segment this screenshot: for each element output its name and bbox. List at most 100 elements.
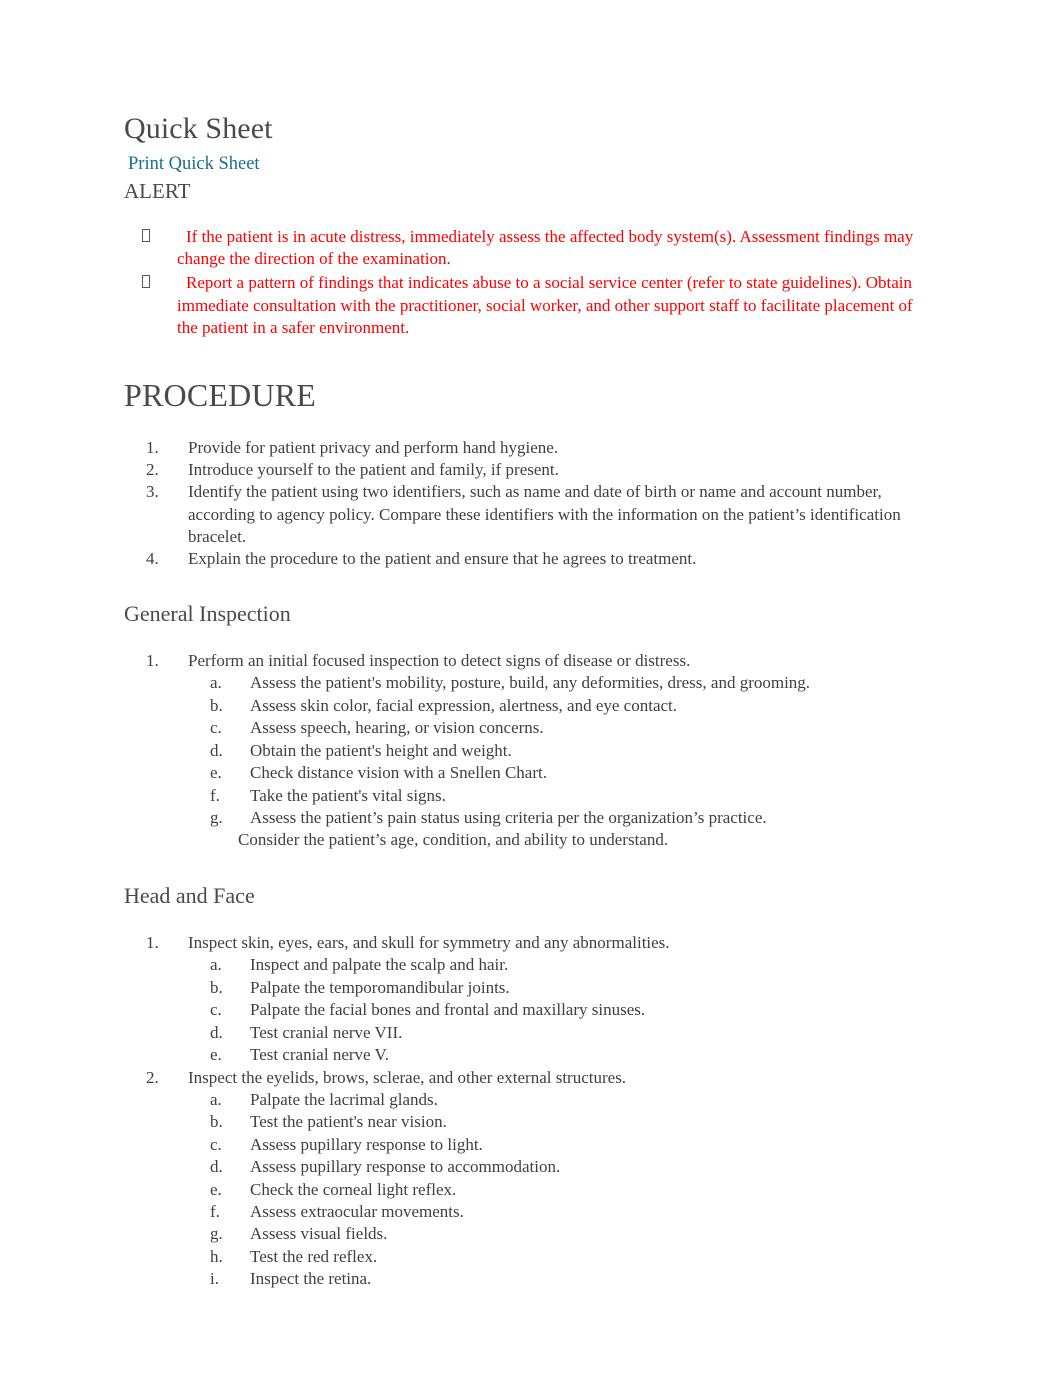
alert-list-item: If the patient is in acute distress, imm… — [124, 226, 914, 271]
substep-text: Assess the patient's mobility, posture, … — [250, 673, 811, 693]
substep-text: Assess extraocular movements. — [250, 1201, 464, 1221]
list-marker: a. — [210, 1089, 222, 1109]
alert-heading: ALERT — [124, 178, 191, 203]
substep-text: Palpate the temporomandibular joints. — [250, 977, 510, 997]
list-marker: e. — [210, 763, 222, 783]
document-page: Quick Sheet Print Quick Sheet ALERT If t… — [0, 0, 1062, 1377]
head-and-face-step-list: 1. Inspect skin, eyes, ears, and skull f… — [124, 932, 914, 1290]
list-marker: b. — [210, 1112, 223, 1132]
list-marker: g. — [210, 808, 223, 828]
print-quick-sheet-link[interactable]: Print Quick Sheet — [128, 152, 914, 176]
substep-text: Assess the patient’s pain status using c… — [250, 808, 767, 828]
substep-text: Inspect and palpate the scalp and hair. — [250, 955, 509, 975]
general-inspection-heading: General Inspection — [124, 600, 291, 626]
substep-text: Assess speech, hearing, or vision concer… — [250, 718, 544, 738]
general-inspection-substep: c. Assess speech, hearing, or vision con… — [188, 717, 914, 739]
alert-list-item: Report a pattern of findings that indica… — [124, 272, 914, 340]
list-marker: 1. — [146, 438, 159, 458]
head-and-face-heading: Head and Face — [124, 882, 255, 908]
step-text: Perform an initial focused inspection to… — [188, 651, 691, 671]
head-and-face-substep-list: a. Palpate the lacrimal glands. b. Test … — [188, 1089, 914, 1291]
list-marker: f. — [210, 1201, 220, 1221]
list-marker: 4. — [146, 548, 159, 568]
substep-text: Check distance vision with a Snellen Cha… — [250, 763, 547, 783]
list-marker: 2. — [146, 1067, 159, 1087]
step-text: Inspect skin, eyes, ears, and skull for … — [188, 933, 670, 953]
list-marker: d. — [210, 740, 223, 760]
head-and-face-substep: e. Test cranial nerve V. — [188, 1044, 914, 1066]
alert-item-text: If the patient is in acute distress, imm… — [177, 226, 914, 269]
list-marker: b. — [210, 977, 223, 997]
list-marker: g. — [210, 1224, 223, 1244]
general-inspection-substep-list: a. Assess the patient's mobility, postur… — [188, 672, 914, 852]
bullet-missing-glyph-icon — [142, 228, 150, 242]
alert-list: If the patient is in acute distress, imm… — [124, 226, 914, 340]
head-and-face-substep: f. Assess extraocular movements. — [188, 1201, 914, 1223]
step-text: Introduce yourself to the patient and fa… — [188, 460, 559, 480]
general-inspection-step: 1. Perform an initial focused inspection… — [124, 650, 914, 852]
head-and-face-substep: h. Test the red reflex. — [188, 1246, 914, 1268]
page-title: Quick Sheet — [124, 112, 273, 145]
bullet-missing-glyph-icon — [142, 275, 150, 289]
head-and-face-substep: i. Inspect the retina. — [188, 1268, 914, 1290]
general-inspection-substep: g. Assess the patient’s pain status usin… — [188, 807, 914, 852]
list-marker: d. — [210, 1022, 223, 1042]
step-text: Identify the patient using two identifie… — [188, 482, 901, 546]
head-and-face-substep: d. Assess pupillary response to accommod… — [188, 1156, 914, 1178]
head-and-face-substep: a. Inspect and palpate the scalp and hai… — [188, 954, 914, 976]
list-marker: b. — [210, 695, 223, 715]
head-and-face-substep: a. Palpate the lacrimal glands. — [188, 1089, 914, 1111]
general-inspection-substep: b. Assess skin color, facial expression,… — [188, 695, 914, 717]
head-and-face-substep: b. Test the patient's near vision. — [188, 1111, 914, 1133]
head-and-face-step: 2. Inspect the eyelids, brows, sclerae, … — [124, 1067, 914, 1291]
list-marker: 1. — [146, 651, 159, 671]
alert-item-text: Report a pattern of findings that indica… — [177, 273, 913, 338]
substep-text: Assess skin color, facial expression, al… — [250, 695, 678, 715]
substep-text: Palpate the facial bones and frontal and… — [250, 1000, 646, 1020]
list-marker: d. — [210, 1157, 223, 1177]
list-marker: c. — [210, 1134, 222, 1154]
head-and-face-substep: b. Palpate the temporomandibular joints. — [188, 977, 914, 999]
list-marker: 2. — [146, 460, 159, 480]
substep-text: Assess visual fields. — [250, 1224, 388, 1244]
procedure-step-list: 1. Provide for patient privacy and perfo… — [124, 437, 914, 570]
list-marker: c. — [210, 718, 222, 738]
general-inspection-step-list: 1. Perform an initial focused inspection… — [124, 650, 914, 852]
substep-text: Assess pupillary response to accommodati… — [250, 1157, 561, 1177]
general-inspection-substep: f. Take the patient's vital signs. — [188, 785, 914, 807]
substep-text: Test cranial nerve VII. — [250, 1022, 403, 1042]
substep-text: Palpate the lacrimal glands. — [250, 1089, 438, 1109]
substep-text: Test the red reflex. — [250, 1246, 378, 1266]
step-text: Provide for patient privacy and perform … — [188, 438, 559, 458]
procedure-heading: PROCEDURE — [124, 376, 317, 413]
procedure-step: 2. Introduce yourself to the patient and… — [124, 459, 914, 481]
head-and-face-substep: c. Assess pupillary response to light. — [188, 1134, 914, 1156]
step-text: Inspect the eyelids, brows, sclerae, and… — [188, 1067, 627, 1087]
head-and-face-step: 1. Inspect skin, eyes, ears, and skull f… — [124, 932, 914, 1066]
general-inspection-substep: e. Check distance vision with a Snellen … — [188, 762, 914, 784]
list-marker: f. — [210, 785, 220, 805]
head-and-face-substep: c. Palpate the facial bones and frontal … — [188, 999, 914, 1021]
substep-text: Test cranial nerve V. — [250, 1045, 389, 1065]
list-marker: i. — [210, 1269, 219, 1289]
procedure-step: 1. Provide for patient privacy and perfo… — [124, 437, 914, 459]
head-and-face-substep-list: a. Inspect and palpate the scalp and hai… — [188, 954, 914, 1066]
list-marker: e. — [210, 1045, 222, 1065]
head-and-face-substep: e. Check the corneal light reflex. — [188, 1179, 914, 1201]
list-marker: 1. — [146, 933, 159, 953]
list-marker: c. — [210, 1000, 222, 1020]
substep-text: Inspect the retina. — [250, 1269, 372, 1289]
substep-text: Test the patient's near vision. — [250, 1112, 447, 1132]
substep-text: Assess pupillary response to light. — [250, 1134, 483, 1154]
list-marker: 3. — [146, 482, 159, 502]
list-marker: a. — [210, 673, 222, 693]
head-and-face-substep: d. Test cranial nerve VII. — [188, 1022, 914, 1044]
document-content: Quick Sheet Print Quick Sheet ALERT If t… — [124, 112, 914, 1291]
list-marker: e. — [210, 1179, 222, 1199]
procedure-step: 4. Explain the procedure to the patient … — [124, 548, 914, 570]
list-marker: h. — [210, 1246, 223, 1266]
list-marker: a. — [210, 955, 222, 975]
substep-continuation-text: Consider the patient’s age, condition, a… — [238, 830, 669, 850]
procedure-step: 3. Identify the patient using two identi… — [124, 481, 914, 547]
head-and-face-substep: g. Assess visual fields. — [188, 1223, 914, 1245]
